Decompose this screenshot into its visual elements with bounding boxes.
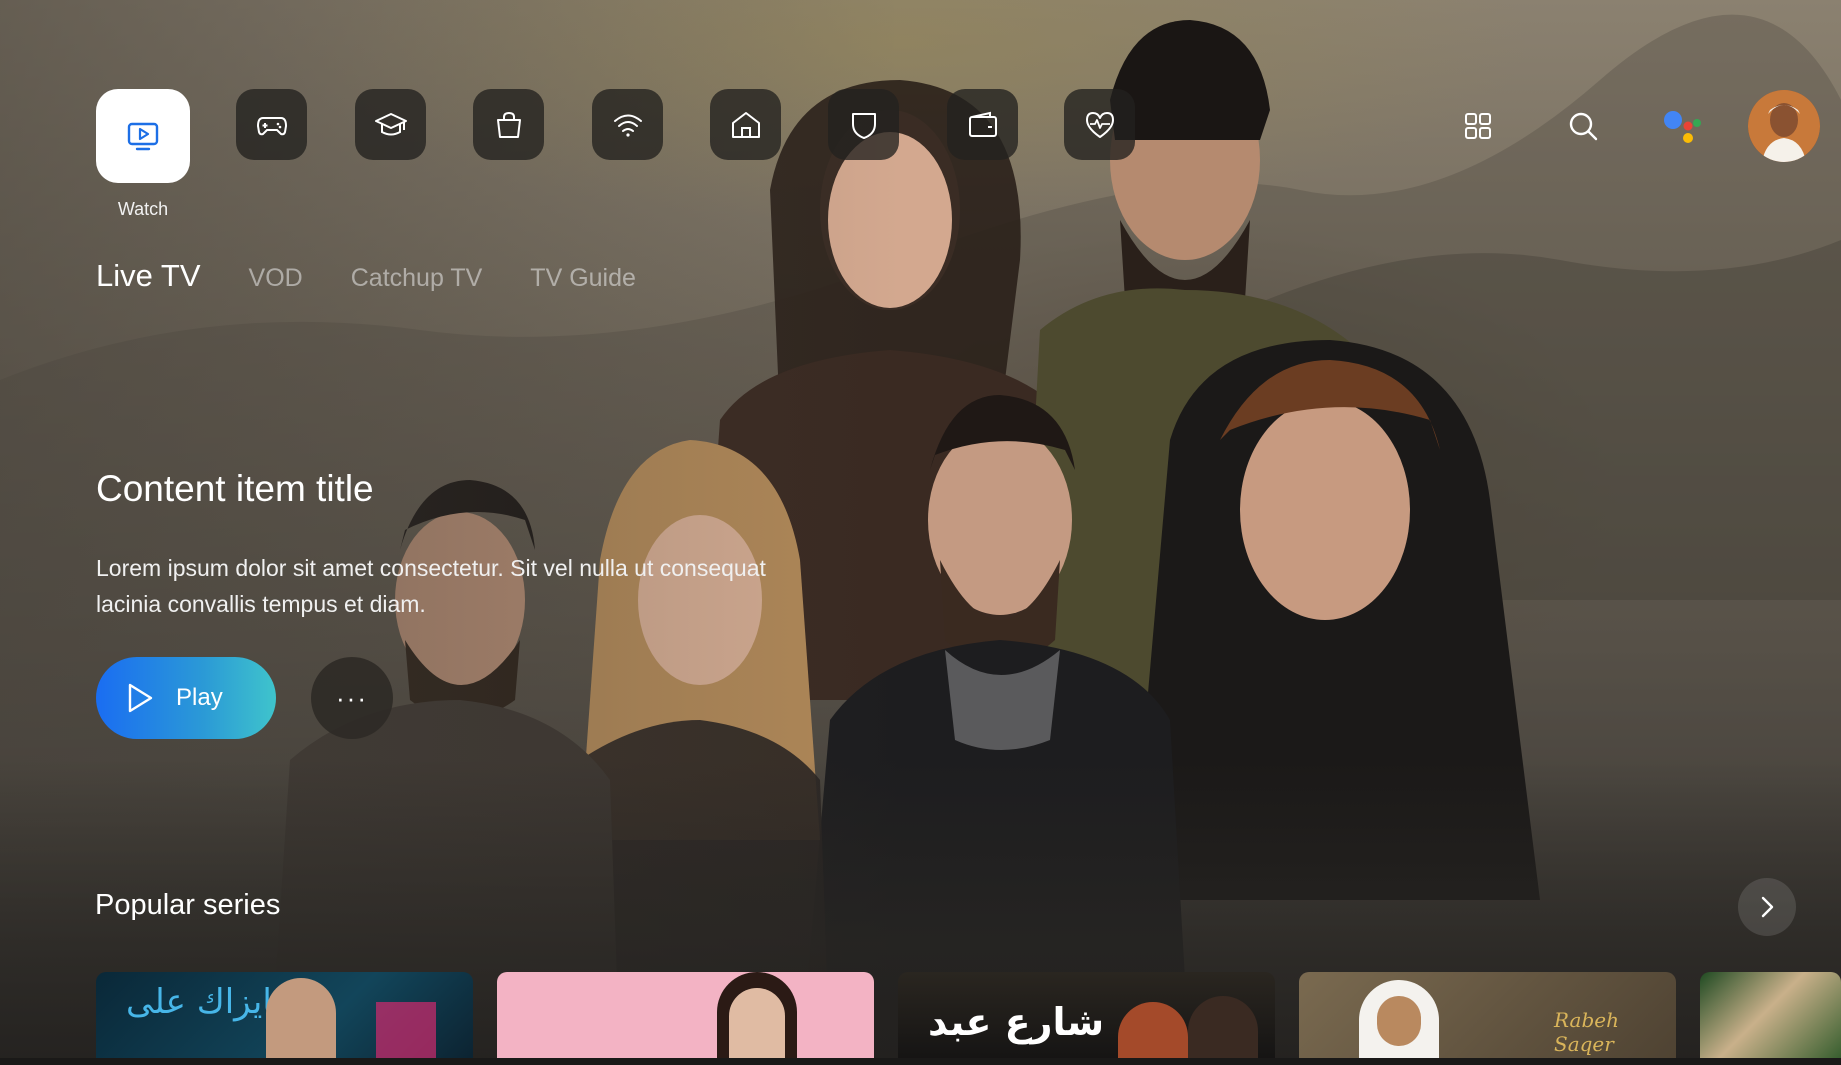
gamepad-icon: [256, 116, 287, 135]
user-avatar[interactable]: [1748, 90, 1820, 162]
chevron-right-icon: [1761, 896, 1774, 918]
nav-watch-label: Watch: [117, 199, 169, 219]
nav-home-button[interactable]: [710, 89, 781, 160]
bottom-edge: [0, 1058, 1841, 1065]
play-button-label: Play: [176, 684, 223, 711]
play-button[interactable]: Play: [96, 657, 276, 739]
series-card-face: [729, 988, 785, 1065]
series-card-neon: [376, 1002, 436, 1065]
nav-watch-button[interactable]: [96, 89, 190, 183]
nav-games-button[interactable]: [236, 89, 307, 160]
grid-icon: [1465, 113, 1491, 139]
tab-catchup-tv[interactable]: Catchup TV: [351, 264, 483, 293]
series-card[interactable]: شارع عبد: [898, 972, 1275, 1065]
carousel-next-button[interactable]: [1738, 878, 1796, 936]
tab-live-tv[interactable]: Live TV: [96, 258, 201, 294]
wifi-icon: [613, 114, 642, 137]
nav-education-button[interactable]: [355, 89, 426, 160]
series-card-face: [1377, 996, 1421, 1046]
section-tabs: Live TV VOD Catchup TV TV Guide: [96, 258, 636, 294]
graduation-cap-icon: [374, 112, 407, 135]
home-icon: [731, 111, 760, 138]
nav-health-button[interactable]: [1064, 89, 1135, 160]
heart-pulse-icon: [1085, 111, 1114, 138]
shopping-bag-icon: [496, 111, 521, 138]
assistant-button[interactable]: [1660, 104, 1704, 148]
series-card-portrait: [266, 978, 336, 1065]
watch-icon: [127, 122, 159, 151]
hero-description: Lorem ipsum dolor sit amet consectetur. …: [96, 555, 766, 617]
series-card-title: Rabeh Saqer: [1554, 1008, 1619, 1056]
series-card[interactable]: Rabeh Saqer: [1299, 972, 1676, 1065]
hero-title: Content item title: [96, 468, 374, 509]
nav-wifi-button[interactable]: [592, 89, 663, 160]
play-icon: [128, 683, 153, 713]
assistant-icon: [1664, 111, 1701, 143]
more-icon: ···: [336, 682, 368, 713]
tab-tv-guide[interactable]: TV Guide: [530, 264, 636, 293]
apps-grid-button[interactable]: [1456, 104, 1500, 148]
nav-security-button[interactable]: [828, 89, 899, 160]
popular-series-title: Popular series: [95, 889, 281, 921]
nav-shopping-button[interactable]: [473, 89, 544, 160]
series-card-portrait: [1118, 1002, 1188, 1065]
more-options-button[interactable]: ···: [311, 657, 393, 739]
search-button[interactable]: [1561, 104, 1605, 148]
nav-wallet-button[interactable]: [947, 89, 1018, 160]
shield-icon: [851, 112, 876, 139]
series-card[interactable]: [497, 972, 874, 1065]
wallet-icon: [968, 111, 997, 137]
series-card[interactable]: [1700, 972, 1841, 1065]
series-card-portrait: [1188, 996, 1258, 1065]
tab-vod[interactable]: VOD: [249, 264, 303, 293]
avatar-image: [1748, 90, 1820, 162]
series-card-title: شارع عبد: [928, 1000, 1105, 1044]
search-icon: [1569, 112, 1598, 141]
series-card[interactable]: عايزاك على: [96, 972, 473, 1065]
